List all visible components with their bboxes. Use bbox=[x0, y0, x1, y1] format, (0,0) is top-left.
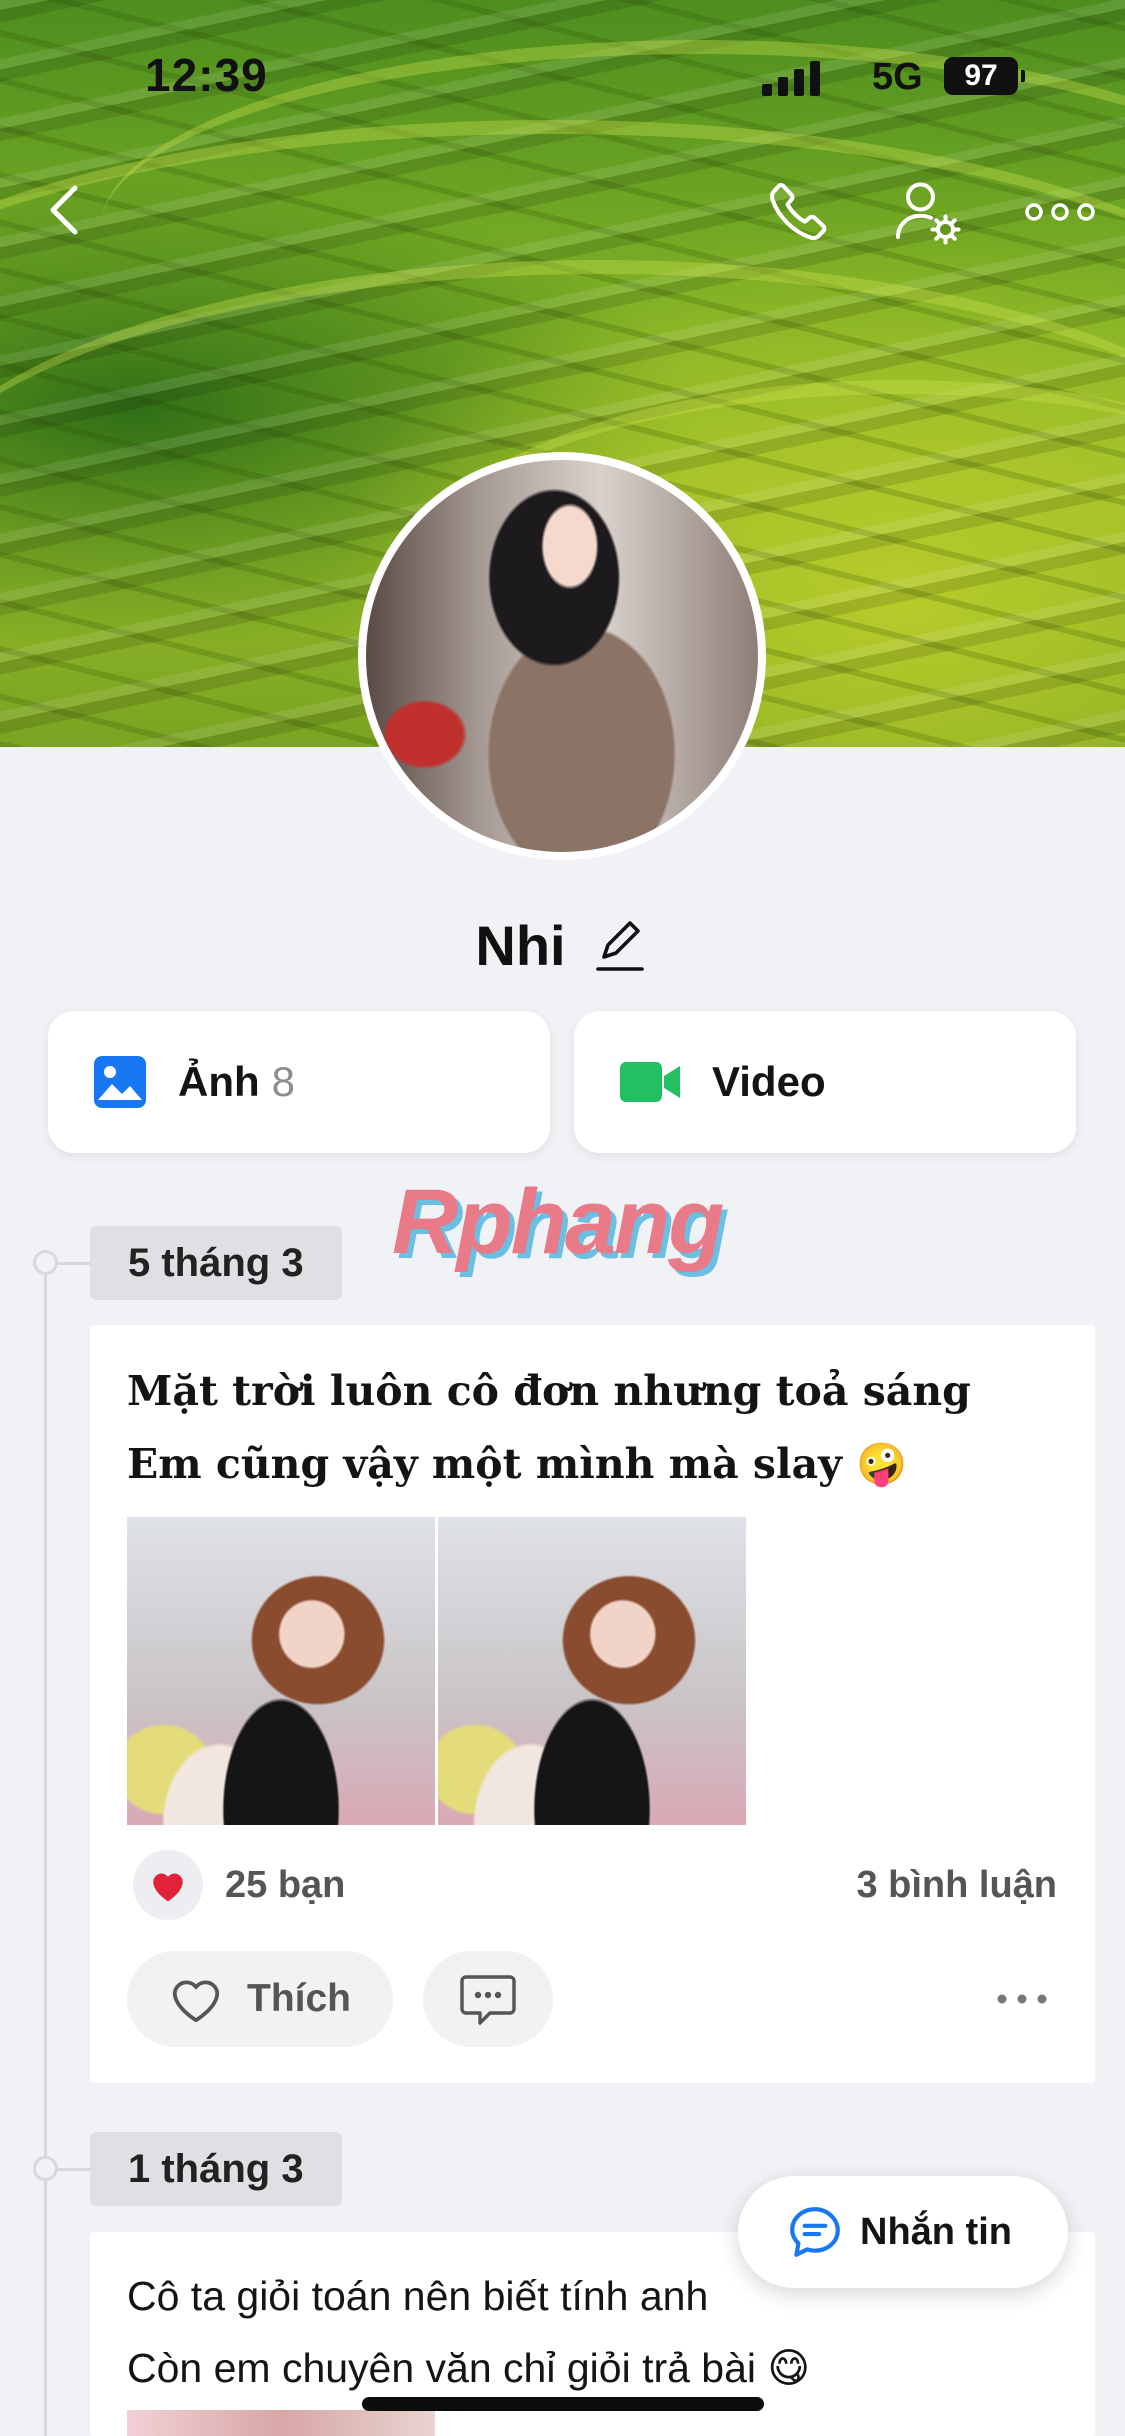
like-button[interactable]: Thích bbox=[127, 1951, 393, 2047]
post-caption: Mặt trời luôn cô đơn nhưng toả sáng Em c… bbox=[127, 1355, 1067, 1501]
timeline-post: Mặt trời luôn cô đơn nhưng toả sáng Em c… bbox=[90, 1325, 1095, 2083]
send-message-button[interactable]: Nhắn tin bbox=[738, 2176, 1068, 2288]
photos-count: 8 bbox=[271, 1058, 296, 1105]
back-button[interactable] bbox=[30, 170, 100, 250]
pencil-icon bbox=[595, 921, 644, 971]
timeline-dot bbox=[33, 2156, 95, 2181]
watermark-logo: Rphang bbox=[392, 1171, 724, 1273]
more-horizontal-icon bbox=[997, 1994, 1047, 2004]
home-indicator[interactable] bbox=[362, 2397, 764, 2411]
status-bar: 12:39 5G 97 bbox=[0, 0, 1125, 150]
post-caption-line: Mặt trời luôn cô đơn nhưng toả sáng bbox=[127, 1367, 971, 1415]
comment-button[interactable] bbox=[423, 1951, 553, 2047]
post-caption-line: Em cũng vậy một mình mà slay 🤪 bbox=[127, 1440, 908, 1488]
post-actions: Thích bbox=[127, 1951, 1057, 2047]
comments-count[interactable]: 3 bình luận bbox=[856, 1864, 1057, 1907]
videos-label: Video bbox=[712, 1058, 826, 1105]
profile-name: Nhi bbox=[475, 913, 566, 977]
status-time: 12:39 bbox=[145, 49, 268, 101]
post-more-button[interactable] bbox=[987, 1969, 1057, 2029]
profile-avatar[interactable] bbox=[358, 452, 766, 860]
date-chip: 5 tháng 3 bbox=[90, 1226, 342, 1300]
video-camera-icon bbox=[620, 1062, 680, 1102]
network-type: 5G bbox=[872, 56, 923, 98]
post-stats: 25 bạn 3 bình luận bbox=[127, 1850, 1057, 1920]
profile-settings-button[interactable] bbox=[888, 172, 968, 252]
image-icon bbox=[94, 1056, 146, 1108]
profile-name-row: Nhi bbox=[0, 905, 1125, 985]
post-caption-line: Còn em chuyên văn chỉ giỏi trả bài 😋 bbox=[127, 2345, 811, 2391]
comment-icon bbox=[460, 1975, 516, 2025]
battery-indicator: 97 bbox=[944, 57, 1025, 95]
more-options-button[interactable] bbox=[1020, 172, 1100, 252]
edit-name-button[interactable] bbox=[590, 915, 650, 975]
post-photo[interactable] bbox=[438, 1517, 746, 1825]
phone-icon bbox=[769, 183, 827, 241]
timeline-line bbox=[44, 1262, 47, 2436]
like-label: Thích bbox=[247, 1977, 351, 2020]
heart-icon bbox=[153, 1873, 183, 1902]
date-chip: 1 tháng 3 bbox=[90, 2132, 342, 2206]
call-button[interactable] bbox=[758, 172, 838, 252]
user-gear-icon bbox=[896, 182, 961, 245]
photos-card[interactable]: Ảnh 8 bbox=[48, 1011, 550, 1153]
timeline-dot bbox=[33, 1250, 95, 1275]
heart-outline-icon bbox=[172, 1980, 220, 2023]
photos-label: Ảnh bbox=[178, 1058, 260, 1105]
post-photo[interactable] bbox=[127, 2410, 435, 2436]
likes-count[interactable]: 25 bạn bbox=[225, 1864, 345, 1907]
videos-card[interactable]: Video bbox=[574, 1011, 1076, 1153]
reaction-badge[interactable] bbox=[133, 1850, 203, 1920]
send-message-label: Nhắn tin bbox=[860, 2210, 1012, 2253]
chat-bubble-icon bbox=[790, 2207, 840, 2257]
more-horizontal-icon bbox=[1025, 203, 1095, 221]
chevron-left-icon bbox=[50, 185, 78, 235]
post-photo[interactable] bbox=[127, 1517, 435, 1825]
signal-bars-icon bbox=[762, 61, 820, 96]
